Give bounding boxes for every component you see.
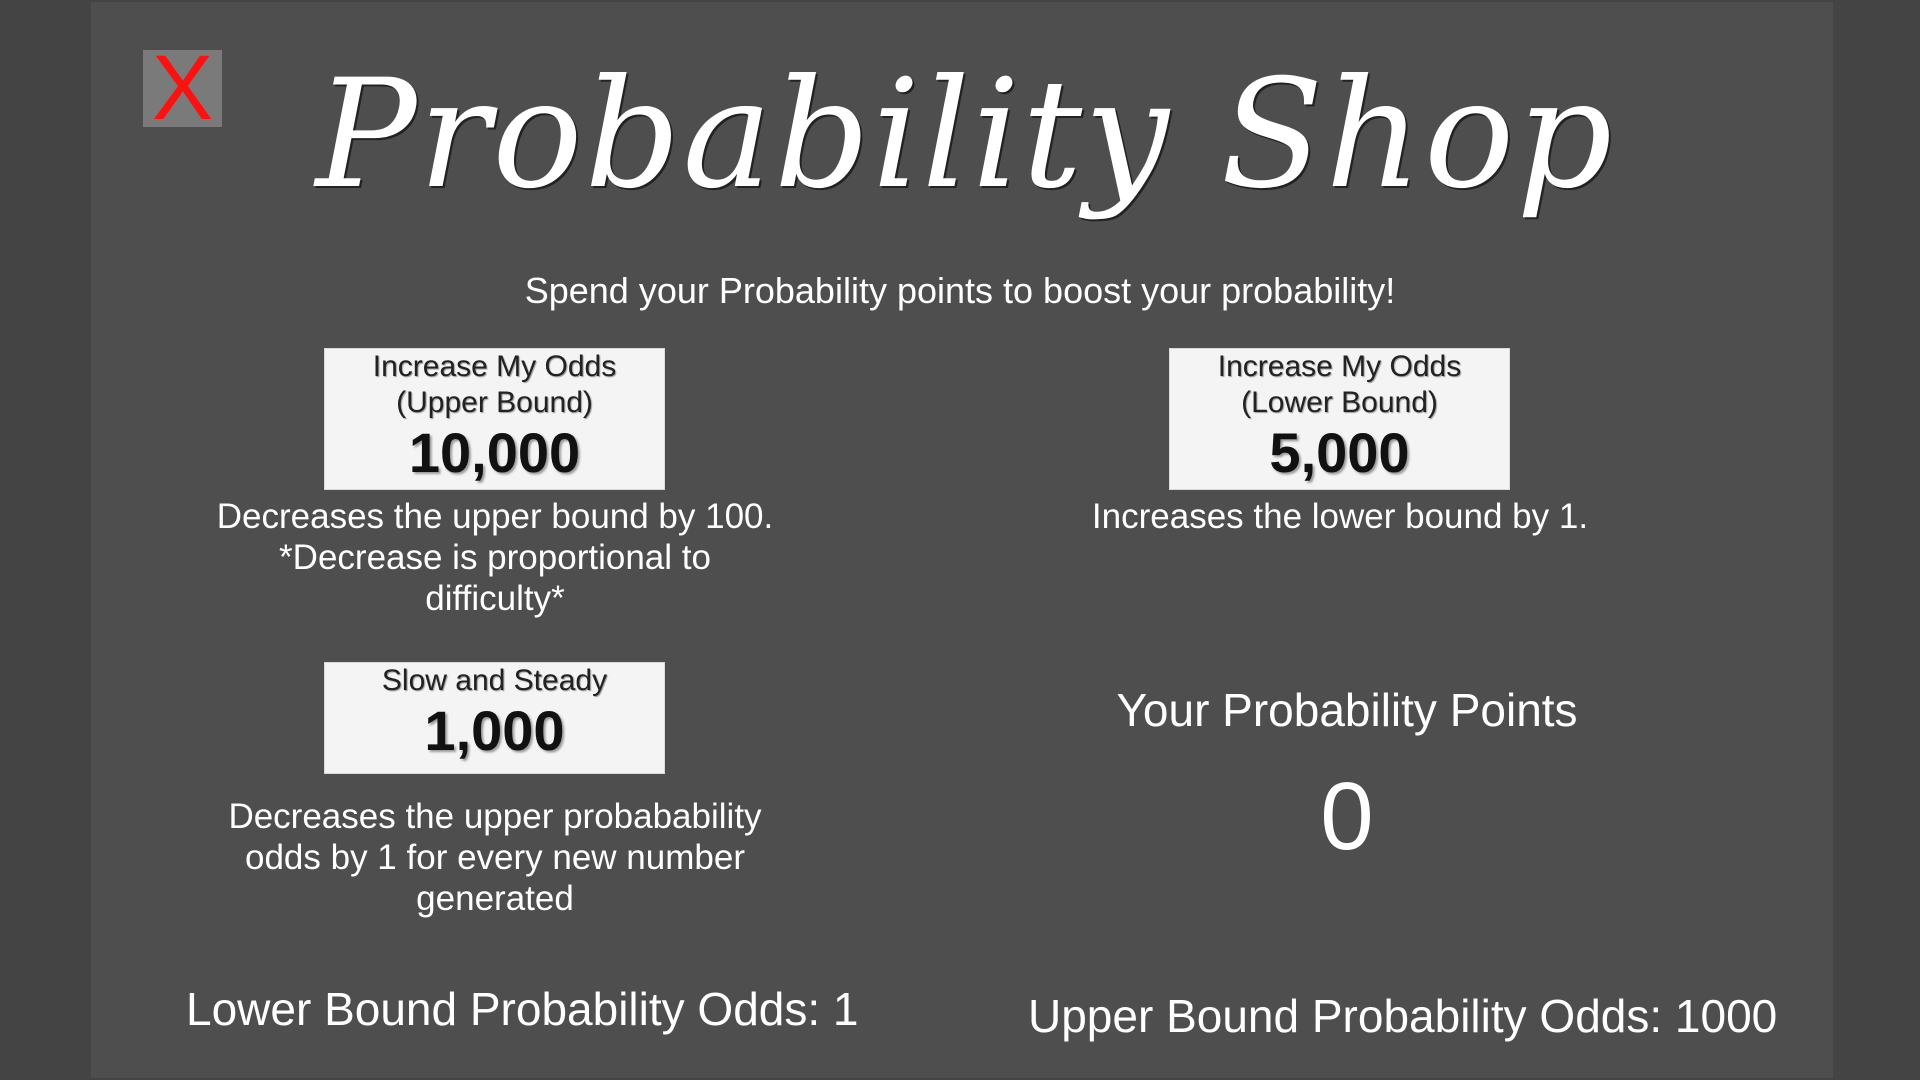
close-icon: X [151,37,214,139]
item-name-line: Slow and Steady [381,664,608,697]
buy-lower-bound-button[interactable]: Increase My Odds (Lower Bound) 5,000 [1169,348,1510,490]
item-price: 1,000 [424,699,565,762]
item-name-line: Increase My Odds [1217,350,1462,383]
probability-points-value: 0 [1320,763,1374,870]
description-line: Decreases the upper bound by 100. [216,497,774,536]
description-line: generated [416,879,574,918]
slow-and-steady-description: Decreases the upper probabability odds b… [195,796,795,919]
description-line: odds by 1 for every new number [245,838,745,877]
description-line: Increases the lower bound by 1. [1091,497,1589,536]
lower-bound-odds-text: Lower Bound Probability Odds: 1 [186,983,859,1035]
buy-upper-bound-button[interactable]: Increase My Odds (Upper Bound) 10,000 [324,348,665,490]
item-name-line: (Lower Bound) [1241,386,1438,419]
description-line: difficulty* [425,579,565,618]
item-price: 5,000 [1269,421,1410,484]
description-line: *Decrease is proportional to [279,538,711,577]
shop-subtitle: Spend your Probability points to boost y… [524,270,1396,311]
page-title: Probability Shop [315,48,1615,222]
item-name-line: Increase My Odds [372,350,617,383]
upper-bound-odds-text: Upper Bound Probability Odds: 1000 [1028,990,1778,1042]
item-price: 10,000 [408,421,581,484]
probability-points-label: Your Probability Points [1116,684,1578,736]
description-line: Decreases the upper probabability [228,797,762,836]
lower-bound-description: Increases the lower bound by 1. [1040,496,1640,537]
buy-slow-and-steady-button[interactable]: Slow and Steady 1,000 [324,662,665,774]
item-name-line: (Upper Bound) [396,386,593,419]
upper-bound-description: Decreases the upper bound by 100. *Decre… [195,496,795,619]
close-button[interactable]: X [143,42,222,134]
